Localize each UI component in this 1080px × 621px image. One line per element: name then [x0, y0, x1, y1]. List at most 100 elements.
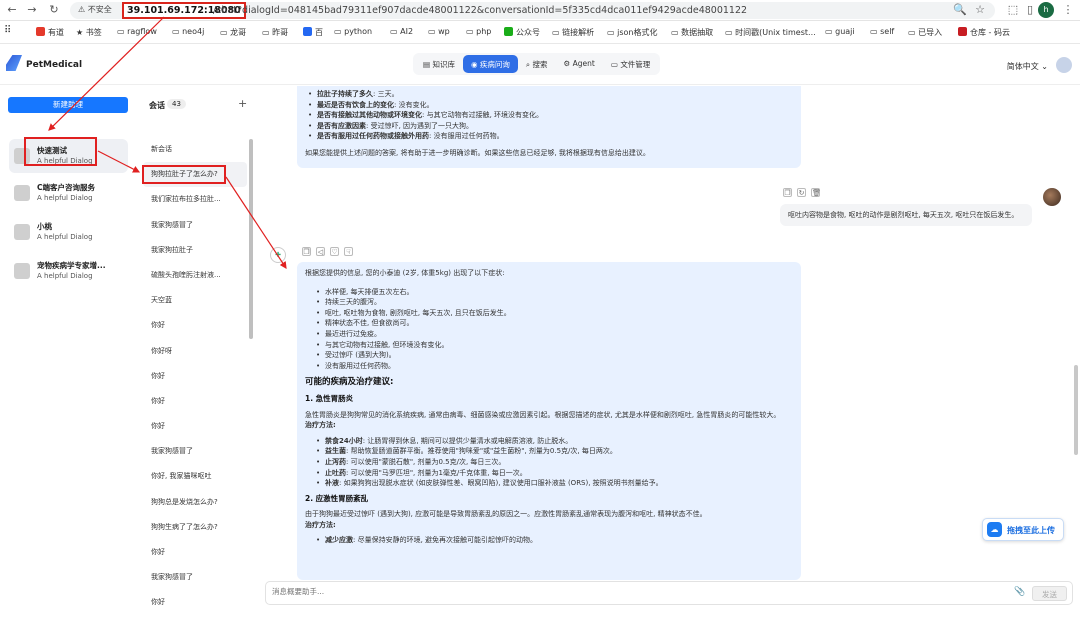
- logo-icon: [6, 55, 22, 71]
- attach-icon[interactable]: 📎: [1014, 587, 1025, 597]
- list-item[interactable]: 你好: [143, 414, 247, 439]
- reload-icon[interactable]: ↻: [46, 2, 62, 18]
- assistant-card[interactable]: C端客户咨询服务 A helpful Dialog: [9, 176, 128, 210]
- bookmark-item[interactable]: ▭ 已导入: [908, 27, 942, 38]
- back-icon[interactable]: ←: [4, 2, 20, 18]
- star-icon[interactable]: ☆: [972, 2, 988, 18]
- thumbs-up-icon[interactable]: ♡: [330, 247, 339, 256]
- language-select[interactable]: 简体中文 ⌄: [1007, 61, 1048, 72]
- list-item: 最近是否有饮食上的变化: 没有变化。: [305, 100, 793, 111]
- avatar[interactable]: [1056, 57, 1072, 73]
- bookmark-item[interactable]: ▭ AI2: [390, 27, 413, 36]
- assistant-avatar: [14, 263, 30, 279]
- bookmark-item[interactable]: ▭ self: [870, 27, 894, 36]
- conversation-scrollbar[interactable]: [249, 139, 253, 339]
- list-item[interactable]: 狗狗总是发烧怎么办?: [143, 490, 247, 515]
- assistant-card[interactable]: 宠物疾病学专家增... A helpful Dialog: [9, 254, 128, 288]
- list-item[interactable]: 我家狗拉肚子: [143, 238, 247, 263]
- youdao-icon: [36, 27, 45, 36]
- sidepanel-icon[interactable]: ▯: [1022, 2, 1038, 18]
- assistant-card[interactable]: 小桃 A helpful Dialog: [9, 215, 128, 249]
- new-assistant-button[interactable]: 新建助理: [8, 97, 128, 113]
- profile-avatar[interactable]: h: [1038, 2, 1054, 18]
- delete-icon[interactable]: 🗑: [811, 188, 821, 197]
- assistant-avatar: [14, 224, 30, 240]
- speaker-icon[interactable]: ◁: [316, 247, 325, 256]
- list-item[interactable]: 新会话: [143, 137, 247, 162]
- extensions-icon[interactable]: ⬚: [1005, 2, 1021, 18]
- list-item: 受过惊吓 (遇到大狗)。: [313, 350, 793, 361]
- list-item[interactable]: 你好: [143, 389, 247, 414]
- list-item[interactable]: 硫酸头孢喹肟注射液...: [143, 263, 247, 288]
- tab-search[interactable]: ⌕ 搜索: [518, 55, 556, 73]
- list-item[interactable]: 你好, 我家猫咪呕吐: [143, 464, 247, 489]
- list-item: 水样便, 每天排便五次左右。: [313, 287, 793, 298]
- bookmark-item[interactable]: ▭ 时间戳(Unix timest...: [725, 27, 816, 38]
- list-item[interactable]: 你好: [143, 364, 247, 389]
- brand-logo[interactable]: PetMedical: [6, 55, 82, 71]
- list-item: 最近进行过免疫。: [313, 329, 793, 340]
- conversation-count-badge: 43: [167, 99, 186, 109]
- regenerate-icon[interactable]: ↻: [797, 188, 806, 197]
- disease-desc: 急性胃肠炎是狗狗常见的消化系统疾病, 通常由病毒、细菌感染或应激因素引起。根据您…: [305, 410, 781, 419]
- tab-disease-consult[interactable]: ◉ 疾病问询: [462, 55, 518, 73]
- list-item[interactable]: 你好: [143, 313, 247, 338]
- bookmark-item[interactable]: ▭ guaji: [825, 27, 855, 36]
- tab-agent[interactable]: ⚙ Agent: [556, 55, 603, 73]
- bookmark-item[interactable]: 仓库 - 码云: [958, 27, 1010, 38]
- bookmark-item[interactable]: ▭ ragflow: [117, 27, 157, 36]
- chat-scrollbar[interactable]: [1074, 365, 1078, 455]
- tab-file-management[interactable]: ▭ 文件管理: [603, 55, 658, 73]
- message-input[interactable]: [272, 587, 972, 596]
- list-item: 是否有接触过其他动物或环境变化: 与其它动物有过接触, 环境没有变化。: [305, 110, 793, 121]
- copy-icon[interactable]: ❐: [302, 247, 311, 256]
- copy-icon[interactable]: ❐: [783, 188, 792, 197]
- list-item: 是否有服用过任何药物或接触外用药: 没有服用过任何药物。: [305, 131, 793, 142]
- bookmark-item[interactable]: ★ 书签: [76, 27, 102, 38]
- list-item[interactable]: 我家狗感冒了: [143, 565, 247, 590]
- bookmark-item[interactable]: ▭ wp: [428, 27, 450, 36]
- list-item: 减少应激: 尽量保持安静的环境, 避免再次接触可能引起惊吓的动物。: [313, 535, 793, 546]
- url-field[interactable]: ⚠ 不安全 39.101.69.172:18080 /chat?dialogId…: [70, 2, 995, 19]
- bookmark-item[interactable]: 百: [303, 27, 323, 38]
- apps-icon[interactable]: ⠿: [4, 25, 11, 36]
- list-item: 止吐药: 可以使用"马罗匹坦", 剂量为1毫克/千克体重, 每日一次。: [313, 468, 793, 479]
- bookmark-item[interactable]: ▭ neo4j: [172, 27, 204, 36]
- bookmark-item[interactable]: ▭ json格式化: [607, 27, 657, 38]
- wechat-icon: [504, 27, 513, 36]
- bookmark-item[interactable]: ▭ 龙哥: [220, 27, 246, 38]
- bookmark-item[interactable]: ▭ 数据抽取: [671, 27, 713, 38]
- list-item[interactable]: 你好呀: [143, 339, 247, 364]
- send-button[interactable]: 发送: [1032, 586, 1067, 601]
- tab-knowledge-base[interactable]: ▤ 知识库: [415, 55, 463, 73]
- insecure-badge[interactable]: ⚠ 不安全: [78, 4, 112, 15]
- bookmark-item[interactable]: 公众号: [504, 27, 540, 38]
- add-conversation-icon[interactable]: +: [238, 97, 247, 110]
- message-footer: 如果您能提供上述问题的答案, 将有助于进一步明确诊断。如果这些信息已经足够, 我…: [305, 148, 650, 157]
- bookmark-item[interactable]: 有道: [36, 27, 64, 38]
- menu-icon[interactable]: ⋮: [1060, 2, 1076, 18]
- list-item: 拉肚子持续了多久: 三天。: [305, 89, 793, 100]
- zoom-icon[interactable]: 🔍: [952, 2, 968, 18]
- bookmark-item[interactable]: ▭ python: [334, 27, 372, 36]
- list-item[interactable]: 我们家拉布拉多拉肚...: [143, 187, 247, 212]
- list-item[interactable]: 你好: [143, 540, 247, 565]
- list-item[interactable]: 你好: [143, 590, 247, 607]
- bookmark-item[interactable]: ▭ 昨哥: [262, 27, 288, 38]
- thumbs-down-icon[interactable]: ☟: [344, 247, 353, 256]
- assistant-name: 小桃: [37, 222, 52, 231]
- list-item[interactable]: 我家狗感冒了: [143, 439, 247, 464]
- list-item: 持续三天的腹泻。: [313, 297, 793, 308]
- list-item[interactable]: 我家狗感冒了: [143, 213, 247, 238]
- bookmark-item[interactable]: ▭ php: [466, 27, 491, 36]
- forward-icon[interactable]: →: [24, 2, 40, 18]
- bookmark-item[interactable]: ▭ 链接解析: [552, 27, 594, 38]
- drag-upload-button[interactable]: ☁ 拖拽至此上传: [982, 518, 1064, 541]
- annotation-box: [142, 165, 226, 184]
- list-item: 止泻药: 可以使用"蒙脱石散", 剂量为0.5克/次, 每日三次。: [313, 457, 793, 468]
- app-header: PetMedical ▤ 知识库 ◉ 疾病问询 ⌕ 搜索 ⚙ Agent ▭ 文…: [0, 45, 1080, 85]
- reply-heading: 可能的疾病及治疗建议:: [305, 377, 394, 388]
- upload-label: 拖拽至此上传: [1007, 526, 1055, 535]
- list-item[interactable]: 狗狗生病了了怎么办?: [143, 515, 247, 540]
- list-item[interactable]: 天空蓝: [143, 288, 247, 313]
